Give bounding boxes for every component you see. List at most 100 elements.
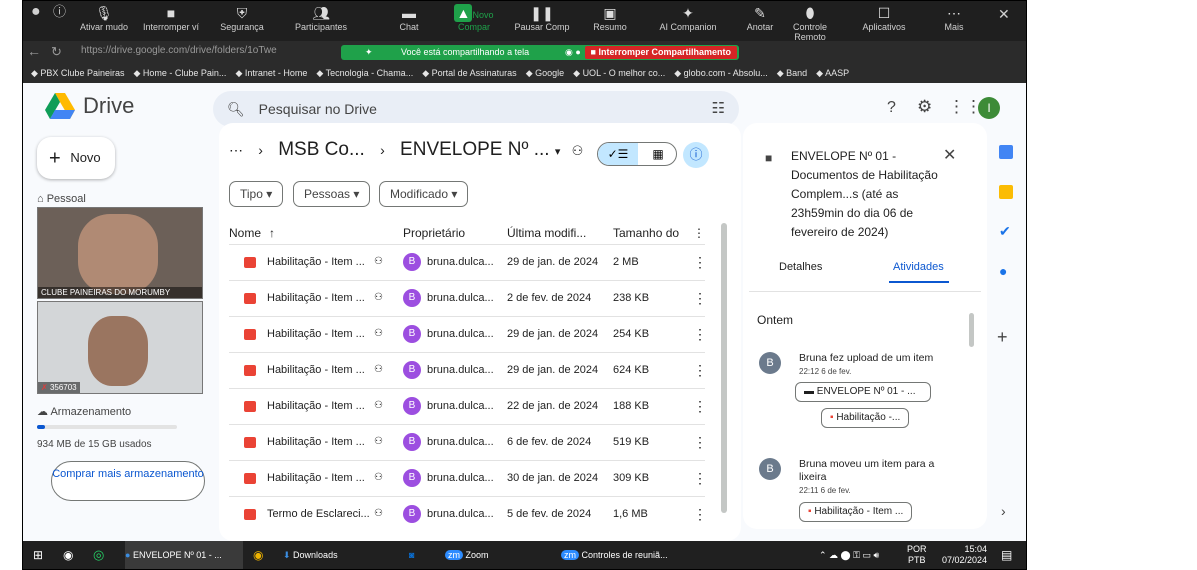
video-tile-1[interactable]: CLUBE PAINEIRAS DO MORUMBY (37, 207, 203, 299)
zoom-button-more[interactable]: ⋯ Mais (923, 4, 985, 32)
outlook-icon[interactable]: ◙ (409, 541, 414, 569)
help-icon[interactable]: ? (887, 99, 896, 117)
chip-modified[interactable]: Modificado ▾ (379, 181, 469, 207)
bookmark-item[interactable]: ◆ Intranet - Home (235, 63, 307, 83)
col-modified[interactable]: Última modifi... (507, 226, 586, 240)
zoom-button-chat[interactable]: ▬ Chat (378, 4, 440, 32)
row-menu-icon[interactable]: ⋮ (693, 434, 707, 451)
contacts-icon[interactable]: ● (999, 263, 1007, 279)
zoom-info-icon[interactable]: ⓘ (53, 5, 66, 18)
row-menu-icon[interactable]: ⋮ (693, 506, 707, 523)
bookmark-item[interactable]: ◆ Tecnologia - Chama... (316, 63, 413, 83)
zoom-button-share[interactable]: ▲ Novo Compar (443, 4, 505, 32)
details-scrollbar[interactable] (969, 313, 974, 347)
add-addon-icon[interactable]: + (997, 327, 1008, 348)
row-menu-icon[interactable]: ⋮ (693, 362, 707, 379)
breadcrumb-current[interactable]: ENVELOPE Nº ... (400, 139, 550, 160)
expand-panel-icon[interactable]: › (1001, 503, 1006, 519)
bookmark-item[interactable]: ◆ Home - Clube Pain... (133, 63, 226, 83)
system-tray-icons[interactable]: ⌃ ☁ ⬤ ⚿ ▭ 🔊︎ (819, 541, 879, 569)
storage-link[interactable]: ☁ Armazenamento (37, 405, 131, 418)
language-indicator[interactable]: POR PTB (907, 544, 927, 569)
tasks-icon[interactable]: ✔ (999, 223, 1011, 240)
user-icon[interactable]: ◉ (63, 541, 73, 569)
chip-people[interactable]: Pessoas ▾ (293, 181, 371, 207)
close-icon[interactable]: ✕ (998, 7, 1010, 21)
clock[interactable]: 15:04 07/02/2024 (941, 544, 987, 569)
table-row[interactable]: Habilitação - Item ... ⚇ Bbruna.dulca... 22… (229, 388, 707, 422)
table-row[interactable]: Habilitação - Item ... ⚇ Bbruna.dulca... 6 … (229, 424, 707, 458)
buy-storage-button[interactable]: Comprar mais armazenamento (51, 461, 205, 501)
row-menu-icon[interactable]: ⋮ (693, 398, 707, 415)
zoom-button-ai[interactable]: ✦ AI Companion (657, 4, 719, 32)
sidebar-item-personal[interactable]: ⌂ Pessoal (37, 193, 86, 205)
apps-grid-icon[interactable]: ⋮⋮ (948, 97, 982, 117)
col-owner[interactable]: Proprietário (403, 226, 465, 240)
table-row[interactable]: Habilitação - Item ... ⚇ Bbruna.dulca... 29… (229, 316, 707, 350)
zoom-button-video[interactable]: ■ Interromper ví (140, 4, 202, 32)
bookmark-item[interactable]: ◆ Portal de Assinaturas (422, 63, 516, 83)
bookmark-item[interactable]: ◆ globo.com - Absolu... (674, 63, 767, 83)
more-breadcrumb-icon[interactable]: ⋯ (229, 142, 243, 158)
breadcrumb-item[interactable]: MSB Co... (278, 139, 365, 160)
whatsapp-icon[interactable]: ◎ (93, 541, 104, 569)
zoom-button-remote[interactable]: ⬮ Controle Remoto (779, 4, 841, 42)
col-size[interactable]: Tamanho do (613, 226, 679, 240)
column-menu-icon[interactable]: ⋮ (693, 226, 705, 240)
activity-folder-chip[interactable]: ▬ ENVELOPE Nº 01 - ... (795, 382, 931, 402)
row-menu-icon[interactable]: ⋮ (693, 290, 707, 307)
avatar[interactable]: I (978, 97, 1000, 119)
table-row[interactable]: Habilitação - Item ... ⚇ Bbruna.dulca... 29… (229, 352, 707, 386)
table-row[interactable]: Habilitação - Item ... ⚇ Bbruna.dulca... 30… (229, 460, 707, 494)
calendar-icon[interactable] (999, 145, 1013, 159)
scrollbar[interactable] (721, 223, 727, 513)
new-button[interactable]: + Novo (37, 137, 115, 179)
reload-icon[interactable]: ↻ (51, 44, 62, 60)
sort-arrow-icon[interactable]: ↑ (269, 226, 275, 240)
bookmark-item[interactable]: ◆ AASP (816, 63, 849, 83)
zoom-button-shield[interactable]: ⛨ Segurança (211, 4, 273, 32)
zoom-button-pause[interactable]: ❚❚ Pausar Comp (511, 4, 573, 32)
settings-icon[interactable]: ⚙ (917, 97, 932, 117)
table-row[interactable]: Habilitação - Item ... ⚇ Bbruna.dulca... 29… (229, 244, 707, 278)
grid-view-icon[interactable]: ▦ (638, 143, 676, 165)
activity-file-chip[interactable]: ▪ Habilitação - Item ... (799, 502, 913, 522)
table-row[interactable]: Habilitação - Item ... ⚇ Bbruna.dulca... 2 … (229, 280, 707, 314)
bookmark-item[interactable]: ◆ Google (526, 63, 564, 83)
zoom-button-apps[interactable]: ☐ Aplicativos (853, 4, 915, 32)
tab-activity[interactable]: Atividades (893, 261, 944, 273)
taskbar-item[interactable]: zm Zoom (445, 541, 489, 569)
zoom-avatar-icon[interactable]: ● (31, 4, 41, 20)
search-input[interactable]: 🔍︎ Pesquisar no Drive ☷ (213, 91, 739, 127)
activity-file-chip[interactable]: ▪ Habilitação -... (821, 408, 910, 428)
zoom-button-participants[interactable]: 👥︎ Participantes (290, 4, 352, 32)
stop-sharing-button[interactable]: ■ Interromper Compartilhamento (584, 46, 737, 59)
info-icon[interactable]: ⓘ (683, 142, 709, 168)
bookmark-item[interactable]: ◆ Band (777, 63, 807, 83)
row-menu-icon[interactable]: ⋮ (693, 254, 707, 271)
chip-type[interactable]: Tipo ▾ (229, 181, 284, 207)
list-view-icon[interactable]: ✓☰ (598, 143, 638, 165)
zoom-button-summary[interactable]: ▣ Resumo (579, 4, 641, 32)
windows-start-icon[interactable]: ⊞ (33, 541, 43, 569)
taskbar-item[interactable]: ⬇ Downloads (283, 541, 338, 569)
table-row[interactable]: Termo de Esclareci... ⚇ Bbruna.dulca... 5 d… (229, 496, 707, 530)
close-details-icon[interactable]: ✕ (943, 145, 956, 165)
taskbar-item[interactable]: zm Controles de reuniã... (561, 541, 668, 569)
filter-icon[interactable]: ☷ (712, 91, 725, 127)
video-tile-2[interactable]: ✗ 356703 (37, 301, 203, 394)
notifications-icon[interactable]: ▤ (1001, 541, 1012, 569)
row-menu-icon[interactable]: ⋮ (693, 326, 707, 343)
view-toggle[interactable]: ✓☰ ▦ (597, 142, 677, 166)
back-icon[interactable]: ← (27, 43, 41, 59)
col-name[interactable]: Nome (229, 226, 261, 240)
taskbar-item[interactable]: ● ENVELOPE Nº 01 - ... (125, 541, 243, 569)
chrome-icon[interactable]: ◉ (253, 541, 263, 569)
zoom-button-mic[interactable]: 🎙︎ Ativar mudo (73, 4, 135, 32)
bookmark-item[interactable]: ◆ PBX Clube Paineiras (31, 63, 124, 83)
drive-logo[interactable]: Drive (45, 93, 134, 119)
tab-details[interactable]: Detalhes (779, 261, 822, 273)
bookmark-item[interactable]: ◆ UOL - O melhor co... (573, 63, 665, 83)
row-menu-icon[interactable]: ⋮ (693, 470, 707, 487)
keep-icon[interactable] (999, 185, 1013, 199)
